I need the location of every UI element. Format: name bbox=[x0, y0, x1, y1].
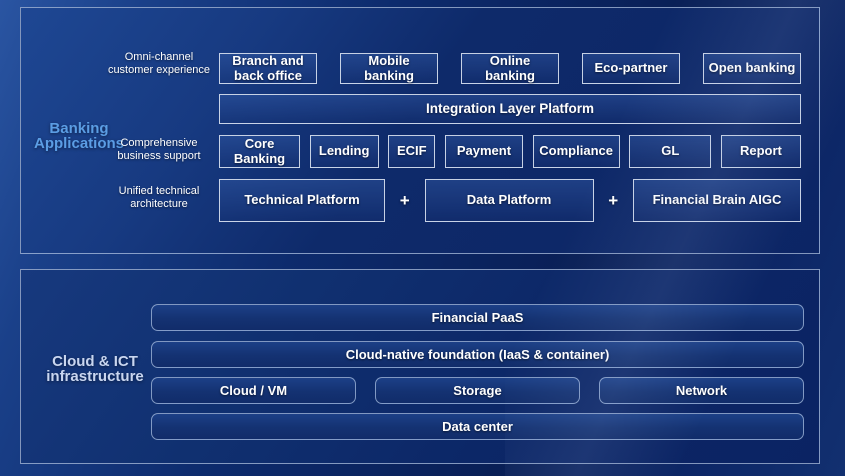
box-ecif: ECIF bbox=[388, 135, 435, 168]
box-compliance: Compliance bbox=[533, 135, 620, 168]
banking-architecture-diagram: Banking Applications Omni-channel custom… bbox=[0, 0, 845, 476]
box-payment: Payment bbox=[445, 135, 523, 168]
plus-sign: + bbox=[594, 179, 634, 222]
integration-row: Integration Layer Platform bbox=[219, 94, 801, 124]
box-data-platform: Data Platform bbox=[425, 179, 594, 222]
box-technical-platform: Technical Platform bbox=[219, 179, 385, 222]
box-online-banking: Online banking bbox=[461, 53, 559, 84]
business-support-label: Comprehensive business support bbox=[103, 137, 215, 163]
cloud-ict-title: Cloud & ICT infrastructure bbox=[29, 354, 161, 384]
technical-row: Technical Platform + Data Platform + Fin… bbox=[219, 179, 801, 222]
box-financial-brain-aigc: Financial Brain AIGC bbox=[633, 179, 801, 222]
box-branch-back-office: Branch and back office bbox=[219, 53, 317, 84]
box-data-center: Data center bbox=[151, 413, 804, 440]
box-cloud-native-foundation: Cloud-native foundation (IaaS & containe… bbox=[151, 341, 804, 368]
financial-paas-row: Financial PaaS bbox=[151, 304, 804, 331]
box-eco-partner: Eco-partner bbox=[582, 53, 680, 84]
business-row: Core Banking Lending ECIF Payment Compli… bbox=[219, 135, 801, 168]
cloud-native-row: Cloud-native foundation (IaaS & containe… bbox=[151, 341, 804, 368]
box-integration-layer-platform: Integration Layer Platform bbox=[219, 94, 801, 124]
box-cloud-vm: Cloud / VM bbox=[151, 377, 356, 404]
channel-row: Branch and back office Mobile banking On… bbox=[219, 53, 801, 84]
box-open-banking: Open banking bbox=[703, 53, 801, 84]
data-center-row: Data center bbox=[151, 413, 804, 440]
omni-channel-label: Omni-channel customer experience bbox=[103, 51, 215, 77]
box-core-banking: Core Banking bbox=[219, 135, 300, 168]
box-lending: Lending bbox=[310, 135, 379, 168]
cloud-ict-panel: Cloud & ICT infrastructure Financial Paa… bbox=[20, 269, 820, 464]
box-mobile-banking: Mobile banking bbox=[340, 53, 438, 84]
box-storage: Storage bbox=[375, 377, 580, 404]
box-gl: GL bbox=[629, 135, 711, 168]
infrastructure-row: Cloud / VM Storage Network bbox=[151, 377, 804, 404]
box-network: Network bbox=[599, 377, 804, 404]
box-financial-paas: Financial PaaS bbox=[151, 304, 804, 331]
box-report: Report bbox=[721, 135, 801, 168]
banking-applications-panel: Banking Applications Omni-channel custom… bbox=[20, 7, 820, 254]
plus-sign: + bbox=[385, 179, 425, 222]
technical-architecture-label: Unified technical architecture bbox=[103, 185, 215, 211]
